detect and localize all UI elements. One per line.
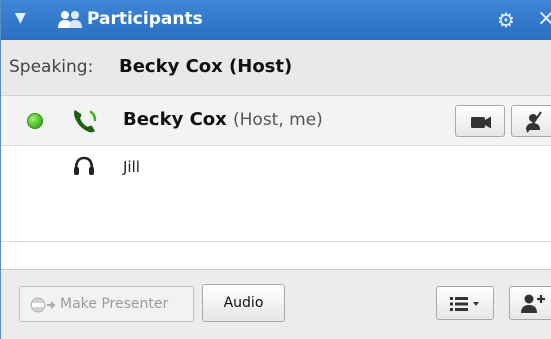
participant-role: (Host, me) [233,110,323,130]
list-menu-button[interactable] [436,286,494,320]
participant-row-jill[interactable]: Jill [1,146,551,196]
add-participant-icon [521,294,545,313]
audio-label: Audio [223,295,264,311]
make-presenter-label: Make Presenter [60,296,169,312]
gear-icon[interactable]: ⚙ [497,8,515,32]
close-icon[interactable]: × [537,6,551,31]
video-camera-icon [471,116,491,129]
mute-button[interactable] [511,105,551,137]
make-presenter-button[interactable]: Make Presenter [19,286,194,322]
people-icon [58,11,82,28]
panel-title: Participants [87,9,203,29]
participant-name: Jill [123,158,140,176]
headset-icon [74,156,94,175]
mute-icon [526,111,542,133]
participants-panel: ▼ Participants ⚙ × Speaking: Becky Cox (… [0,0,551,339]
speaking-indicator: Speaking: Becky Cox (Host) [1,40,551,96]
audio-button[interactable]: Audio [202,284,285,322]
speaking-label: Speaking: [9,57,94,77]
list-divider [1,241,551,242]
speaking-name: Becky Cox (Host) [119,56,293,77]
panel-title-bar: ▼ Participants ⚙ × [1,0,551,40]
add-participant-button[interactable] [509,286,551,320]
bottom-toolbar: Make Presenter Audio [1,269,551,339]
phone-icon [74,110,97,133]
collapse-arrow-icon[interactable]: ▼ [15,10,26,26]
status-dot-icon [27,113,43,129]
participant-name: Becky Cox [123,109,227,130]
video-button[interactable] [455,105,505,137]
list-menu-icon [450,297,479,311]
make-presenter-icon [30,297,56,313]
